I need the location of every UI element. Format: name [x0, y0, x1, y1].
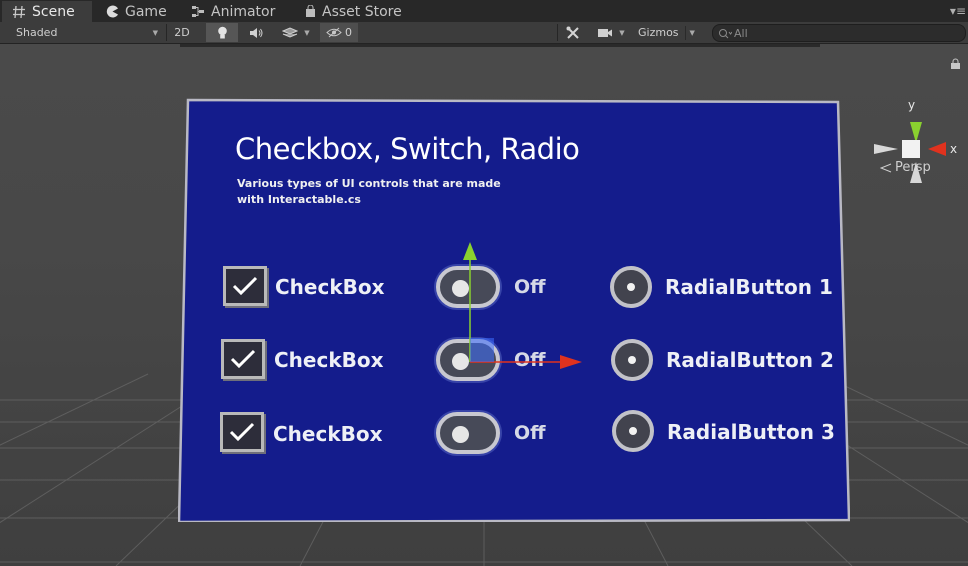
radio-dot	[627, 283, 635, 291]
toggle-switch[interactable]	[436, 412, 500, 454]
axis-y-label: y	[908, 102, 915, 112]
crossed-tools-icon	[566, 26, 579, 39]
hash-icon	[13, 5, 25, 18]
radio-dot	[629, 427, 637, 435]
move-tool-gizmo[interactable]	[448, 238, 628, 398]
projection-label: Persp	[895, 160, 931, 175]
pacman-icon	[106, 5, 118, 18]
search-icon	[719, 28, 732, 38]
speaker-icon	[249, 27, 262, 38]
radio-label: RadialButton 3	[667, 420, 835, 444]
panel-subtitle: Various types of UI controls that are ma…	[237, 176, 501, 208]
tab-label: Scene	[32, 3, 75, 20]
checkbox-label: CheckBox	[273, 422, 383, 446]
2d-label: 2D	[174, 26, 190, 39]
projection-toggle[interactable]: Persp	[880, 160, 931, 175]
chevron-down-icon: ▼	[619, 28, 625, 37]
shopping-bag-icon	[306, 5, 315, 17]
tab-menu-icon[interactable]: ▾≡	[950, 4, 966, 18]
tab-label: Animator	[211, 3, 276, 20]
animator-icon	[192, 6, 204, 17]
axis-x-label: x	[950, 142, 957, 156]
checkmark-icon	[232, 276, 258, 296]
tab-asset-store[interactable]: Asset Store	[305, 1, 402, 22]
ui-panel: Checkbox, Switch, Radio Various types of…	[178, 98, 850, 522]
checkbox[interactable]	[220, 412, 264, 452]
chevron-down-icon: ▼	[152, 28, 158, 37]
hidden-count: 0	[345, 26, 352, 39]
scene-viewport[interactable]: y x Persp Checkbox, Switch, Radio Variou…	[0, 44, 968, 566]
checkbox[interactable]	[223, 266, 267, 306]
camera-icon	[598, 29, 613, 37]
switch-label: Off	[514, 422, 546, 444]
camera-dropdown[interactable]: ▼	[592, 23, 630, 42]
checkbox[interactable]	[221, 339, 265, 379]
effects-dropdown[interactable]: ▼	[276, 23, 316, 42]
radio-label: RadialButton 2	[666, 348, 834, 372]
scene-toolbar: Shaded ▼ 2D ▼ 0 ▼ Gizmos ▼ All	[0, 22, 968, 44]
subtitle-line: with Interactable.cs	[237, 193, 361, 206]
divider	[166, 24, 167, 41]
gizmos-label: Gizmos	[638, 26, 679, 39]
hidden-objects-toggle[interactable]: 0	[320, 23, 358, 42]
radio-label: RadialButton 1	[665, 275, 833, 299]
draw-mode-label: Shaded	[16, 26, 58, 39]
eye-hidden-icon	[326, 27, 342, 38]
gizmos-dropdown[interactable]: Gizmos ▼	[638, 23, 702, 42]
search-placeholder: All	[734, 26, 748, 40]
perspective-icon	[880, 163, 892, 172]
switch-knob	[452, 426, 469, 443]
checkmark-icon	[229, 422, 255, 442]
panel-title: Checkbox, Switch, Radio	[235, 132, 580, 166]
subtitle-line: Various types of UI controls that are ma…	[237, 177, 501, 190]
scene-search-field[interactable]: All	[712, 24, 966, 42]
radio-button[interactable]	[612, 410, 654, 452]
editor-tab-bar: Scene Game Animator Asset Store ▾≡	[0, 0, 968, 22]
audio-toggle-button[interactable]	[242, 23, 270, 42]
effects-layers-icon	[282, 27, 299, 38]
lock-icon[interactable]	[950, 58, 961, 70]
toolbar-shadow	[180, 44, 820, 47]
checkbox-label: CheckBox	[275, 275, 385, 299]
checkbox-label: CheckBox	[274, 348, 384, 372]
lighting-toggle-button[interactable]	[206, 23, 238, 42]
chevron-down-icon: ▼	[304, 28, 310, 37]
divider	[557, 24, 558, 41]
light-bulb-icon	[217, 26, 227, 38]
chevron-down-icon: ▼	[689, 28, 695, 37]
tools-toggle-button[interactable]	[560, 23, 586, 42]
orientation-gizmo[interactable]: y x	[868, 102, 964, 192]
tab-game[interactable]: Game	[106, 1, 167, 22]
2d-toggle-button[interactable]: 2D	[168, 23, 196, 42]
radio-dot	[628, 356, 636, 364]
tab-label: Asset Store	[322, 3, 402, 20]
tab-scene[interactable]: Scene	[2, 1, 92, 22]
draw-mode-dropdown[interactable]: Shaded ▼	[10, 23, 160, 42]
tab-label: Game	[125, 3, 167, 20]
checkmark-icon	[230, 349, 256, 369]
tab-animator[interactable]: Animator	[191, 1, 275, 22]
